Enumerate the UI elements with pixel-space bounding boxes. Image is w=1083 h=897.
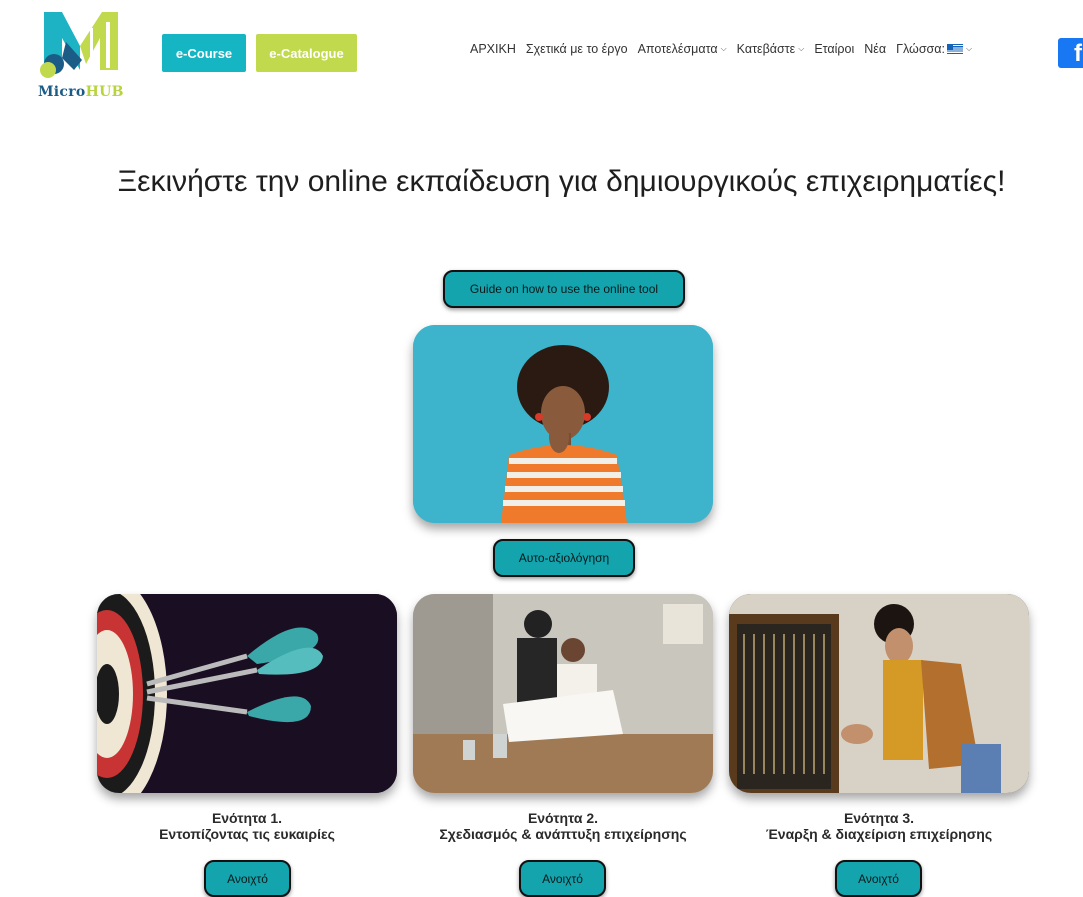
logo-hub-text: HUB — [85, 84, 124, 100]
unit-1-label: Ενότητα 1. Εντοπίζοντας τις ευκαιρίες — [87, 810, 407, 842]
nav-item-language[interactable]: Γλώσσα: ⌵ — [896, 42, 972, 56]
nav-item-label: Γλώσσα: — [896, 42, 945, 56]
unit-2-number: Ενότητα 2. — [527, 810, 599, 826]
nav-item-partners[interactable]: Εταίροι — [814, 42, 854, 56]
main-nav: ΑΡΧΙΚΗ Σχετικά με το έργο Αποτελέσματα ⌵… — [470, 40, 982, 58]
chevron-down-icon: ⌵ — [965, 44, 973, 53]
unit-3-title: Έναρξη & διαχείριση επιχείρησης — [765, 826, 993, 842]
nav-item-results[interactable]: Αποτελέσματα ⌵ — [638, 42, 727, 56]
logo-wordmark: MicroHUB — [38, 84, 124, 100]
unit-1-image[interactable] — [97, 594, 397, 793]
jewelry-shop-illustration — [729, 594, 1029, 793]
unit-2-label: Ενότητα 2. Σχεδιασμός & ανάπτυξη επιχείρ… — [403, 810, 723, 842]
nav-item-label: ΑΡΧΙΚΗ — [470, 42, 516, 56]
nav-item-label: Αποτελέσματα — [637, 42, 718, 56]
unit-2-image[interactable] — [413, 594, 713, 793]
nav-item-home[interactable]: ΑΡΧΙΚΗ — [470, 42, 516, 56]
self-evaluation-image[interactable] — [413, 325, 713, 523]
greek-flag-icon — [946, 44, 963, 54]
facebook-glyph: f — [1074, 40, 1082, 67]
nav-item-label: Σχετικά με το έργο — [525, 42, 628, 56]
unit-1-title: Εντοπίζοντας τις ευκαιρίες — [159, 826, 335, 842]
office-planning-illustration — [413, 594, 713, 793]
thinking-woman-illustration — [413, 325, 713, 523]
unit-3-image[interactable] — [729, 594, 1029, 793]
guide-button[interactable]: Guide on how to use the online tool — [443, 270, 685, 308]
unit-3-open-button[interactable]: Ανοιχτό — [835, 860, 922, 897]
page-title: Ξεκινήστε την online εκπαίδευση για δημι… — [117, 165, 1006, 198]
chevron-down-icon: ⌵ — [798, 44, 805, 53]
chevron-down-icon: ⌵ — [720, 44, 727, 53]
unit-2-open-button[interactable]: Ανοιχτό — [519, 860, 606, 897]
nav-item-label: Εταίροι — [814, 42, 855, 56]
site-header: MicroHUB e-Course e-Catalogue ΑΡΧΙΚΗ Σχε… — [0, 0, 1083, 112]
microhub-logo[interactable]: MicroHUB — [38, 8, 138, 104]
self-evaluation-button[interactable]: Αυτο-αξιολόγηση — [493, 539, 635, 577]
unit-3-number: Ενότητα 3. — [843, 810, 915, 826]
unit-2-title: Σχεδιασμός & ανάπτυξη επιχείρησης — [439, 826, 687, 842]
nav-item-label: Κατεβάστε — [736, 42, 796, 56]
logo-micro-text: Micro — [38, 84, 86, 100]
nav-item-label: Νέα — [864, 42, 887, 56]
unit-1-number: Ενότητα 1. — [211, 810, 283, 826]
nav-item-downloads[interactable]: Κατεβάστε ⌵ — [737, 42, 805, 56]
ecatalogue-button[interactable]: e-Catalogue — [256, 34, 357, 72]
nav-item-about[interactable]: Σχετικά με το έργο — [526, 42, 628, 56]
microhub-logo-icon — [40, 12, 118, 78]
unit-3-label: Ενότητα 3. Έναρξη & διαχείριση επιχείρησ… — [719, 810, 1039, 842]
facebook-icon[interactable]: f — [1058, 38, 1083, 68]
nav-item-news[interactable]: Νέα — [864, 42, 886, 56]
darts-illustration — [97, 594, 397, 793]
ecourse-button[interactable]: e-Course — [162, 34, 246, 72]
unit-1-open-button[interactable]: Ανοιχτό — [204, 860, 291, 897]
